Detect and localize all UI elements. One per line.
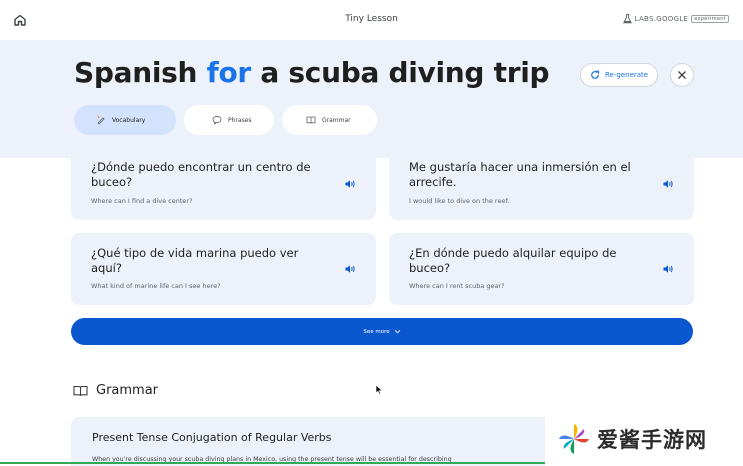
see-more-button[interactable]: See more [71,318,693,345]
tab-phrases-label: Phrases [228,116,252,124]
phrase-card: ¿Dónde puedo encontrar un centro de buce… [71,150,376,220]
regenerate-label: Re-generate [605,71,649,79]
phrase-english: Where can I rent scuba gear? [409,282,505,290]
pinwheel-logo-icon [559,424,589,454]
labs-badge: experiment [691,15,729,23]
top-bar: Tiny Lesson LABS.GOOGLE experiment [0,0,743,40]
labs-text: LABS.GOOGLE [634,15,689,23]
refresh-icon [591,70,599,79]
grammar-icon [306,116,316,124]
lesson-title: Spanish for a scuba diving trip [74,56,550,89]
grammar-section-heading: Grammar [73,383,158,398]
close-button[interactable] [670,63,694,87]
tab-vocabulary[interactable]: Vocabulary [74,105,176,135]
speaker-icon[interactable] [662,178,674,190]
flask-icon [622,14,632,24]
grammar-section-label: Grammar [96,383,159,398]
tab-phrases[interactable]: Phrases [184,105,274,135]
watermark-text: 爱酱手游网 [597,428,707,452]
grammar-card-title: Present Tense Conjugation of Regular Ver… [92,431,332,444]
title-part-2: a scuba diving trip [260,56,550,89]
progress-line [0,462,545,464]
phrase-spanish: ¿Dónde puedo encontrar un centro de buce… [91,160,311,189]
phrase-spanish: Me gustaría hacer una inmersión en el ar… [409,160,631,189]
vocabulary-icon [97,115,105,125]
lesson-header: Spanish for a scuba diving trip Re-gener… [0,40,743,158]
tab-grammar-label: Grammar [322,116,351,124]
speaker-icon[interactable] [662,263,674,275]
phrase-spanish: ¿Qué tipo de vida marina puedo ver aquí? [91,246,299,275]
title-highlight: for [206,56,252,89]
phrase-english: Where can I find a dive center? [91,197,193,205]
regenerate-button[interactable]: Re-generate [580,63,659,87]
labs-link[interactable]: LABS.GOOGLE experiment [622,14,729,24]
phrase-card: ¿En dónde puedo alquilar equipo de buceo… [389,233,694,305]
speaker-icon[interactable] [344,263,356,275]
tab-grammar[interactable]: Grammar [282,105,377,135]
lesson-tabs: Vocabulary Phrases Grammar [74,105,377,135]
phrase-spanish: ¿En dónde puedo alquilar equipo de buceo… [409,246,617,275]
phrase-card: Me gustaría hacer una inmersión en el ar… [389,150,694,220]
close-icon [678,71,686,79]
book-icon [73,385,88,396]
speaker-icon[interactable] [344,178,356,190]
title-part-1: Spanish [74,56,198,89]
phrase-english: I would like to dive on the reef. [409,197,510,205]
site-watermark: 爱酱手游网 [545,412,743,466]
see-more-label: See more [363,328,390,335]
mouse-cursor-icon [375,384,383,395]
phrase-card: ¿Qué tipo de vida marina puedo ver aquí?… [71,233,376,305]
tab-vocabulary-label: Vocabulary [112,116,146,124]
phrases-icon [212,115,222,125]
chevron-down-icon [394,329,400,334]
phrase-english: What kind of marine life can I see here? [91,282,221,290]
